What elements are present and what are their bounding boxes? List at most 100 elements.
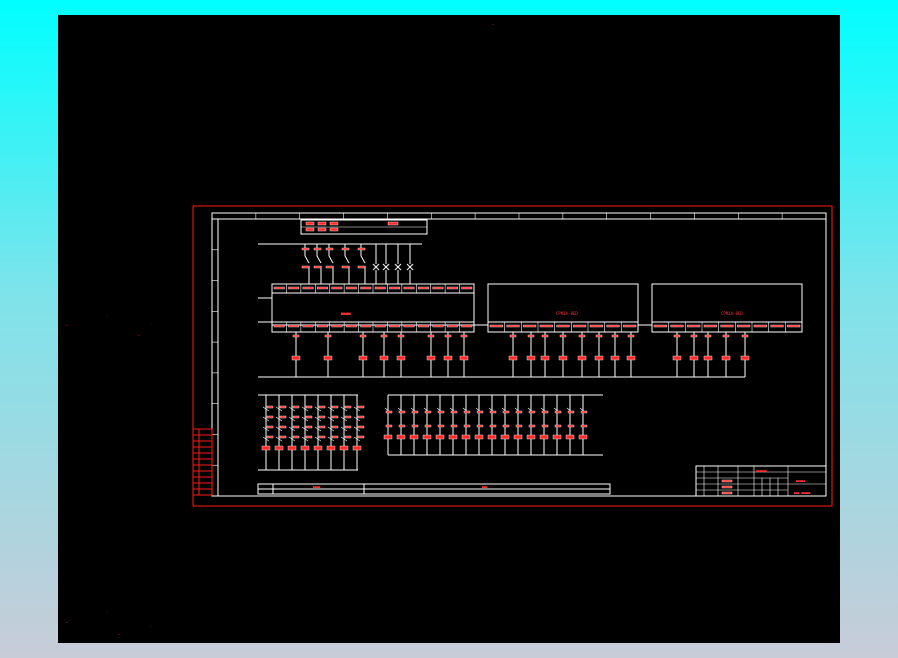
output-coil bbox=[358, 355, 368, 361]
relay-tag bbox=[344, 415, 352, 419]
terminal-label bbox=[403, 286, 415, 290]
relay-tag bbox=[318, 435, 326, 439]
terminal-label bbox=[288, 286, 300, 290]
terminal-label bbox=[770, 324, 784, 328]
bank-coil bbox=[461, 434, 471, 440]
bank-coil bbox=[383, 434, 393, 440]
relay-coil bbox=[352, 445, 362, 451]
svg-text:+: + bbox=[66, 620, 68, 624]
terminal-label bbox=[302, 324, 314, 328]
terminal-label bbox=[573, 324, 587, 328]
output-coil bbox=[577, 355, 587, 361]
output-drops bbox=[258, 332, 750, 378]
bank-tag bbox=[489, 424, 497, 428]
output-tag bbox=[690, 334, 698, 338]
relay-tag bbox=[357, 415, 365, 419]
bank-tag bbox=[463, 410, 471, 414]
relay-tag bbox=[305, 435, 313, 439]
relay-tag bbox=[318, 425, 326, 429]
relay-tag bbox=[344, 425, 352, 429]
bank-tag bbox=[580, 410, 588, 414]
bank-coil bbox=[487, 434, 497, 440]
bank-tag bbox=[567, 424, 575, 428]
bank-tag bbox=[528, 410, 536, 414]
relay-tag bbox=[266, 435, 274, 439]
bank-tag bbox=[411, 410, 419, 414]
output-coil bbox=[396, 355, 406, 361]
terminal-header bbox=[300, 219, 428, 235]
output-tag bbox=[380, 334, 388, 338]
title-block: ■■■■■■ ■■■■■ ■■■-■■■■■ bbox=[695, 465, 827, 497]
output-coil bbox=[740, 355, 750, 361]
output-coil bbox=[291, 355, 301, 361]
bottom-table: ■■■■ ■■■ bbox=[257, 483, 611, 495]
bank-tag bbox=[398, 410, 406, 414]
output-tag bbox=[611, 334, 619, 338]
relay-tag bbox=[305, 405, 313, 409]
output-tag bbox=[324, 334, 332, 338]
bank-tag bbox=[515, 410, 523, 414]
bank-coil bbox=[396, 434, 406, 440]
output-tag bbox=[595, 334, 603, 338]
output-tag bbox=[359, 334, 367, 338]
output-tag bbox=[559, 334, 567, 338]
output-coil bbox=[689, 355, 699, 361]
output-coil bbox=[426, 355, 436, 361]
breaker-tag bbox=[357, 265, 366, 269]
relay-coil bbox=[339, 445, 349, 451]
revision-strip bbox=[192, 428, 213, 496]
model-space-canvas[interactable]: + + · + · · + + · ■■■■ CPM1A-8ED CPM1A-8… bbox=[58, 15, 840, 643]
output-tag bbox=[704, 334, 712, 338]
terminal-label bbox=[446, 286, 458, 290]
left-ruler-band bbox=[211, 218, 219, 497]
relay-tag bbox=[331, 415, 339, 419]
terminal-label bbox=[753, 324, 767, 328]
top-zone-ruler bbox=[211, 212, 827, 220]
bank-tag bbox=[554, 410, 562, 414]
relay-contact-group bbox=[258, 394, 365, 471]
relay-tag bbox=[292, 415, 300, 419]
plc-module-expansion-2-label: CPM1A-8ED bbox=[721, 311, 743, 316]
relay-tag bbox=[305, 425, 313, 429]
bank-coil bbox=[526, 434, 536, 440]
output-coil bbox=[443, 355, 453, 361]
svg-text:·: · bbox=[150, 322, 152, 326]
output-coil bbox=[526, 355, 536, 361]
output-coil bbox=[323, 355, 333, 361]
terminal-label bbox=[737, 324, 751, 328]
bank-tag bbox=[554, 424, 562, 428]
title-block-project: ■■■■■■ bbox=[756, 469, 767, 473]
breaker-section bbox=[258, 243, 422, 299]
output-coil bbox=[558, 355, 568, 361]
terminal-label bbox=[360, 286, 372, 290]
terminal-label bbox=[432, 286, 444, 290]
terminal-label bbox=[687, 324, 701, 328]
bottom-table-cell-b: ■■■ bbox=[482, 485, 488, 489]
relay-tag bbox=[266, 415, 274, 419]
terminal-label bbox=[403, 324, 415, 328]
breaker-contact bbox=[328, 255, 334, 264]
terminal-label bbox=[461, 324, 473, 328]
terminal-label bbox=[374, 286, 386, 290]
output-coil bbox=[540, 355, 550, 361]
bank-tag bbox=[528, 424, 536, 428]
svg-text:·: · bbox=[150, 624, 152, 628]
bank-tag bbox=[476, 424, 484, 428]
relay-coil bbox=[313, 445, 323, 451]
relay-coil bbox=[326, 445, 336, 451]
terminal-label bbox=[461, 286, 473, 290]
terminal-label bbox=[432, 324, 444, 328]
bank-coil bbox=[578, 434, 588, 440]
terminal-label bbox=[374, 324, 386, 328]
relay-tag bbox=[266, 405, 274, 409]
stray-marks: + + · + · · + + · bbox=[66, 22, 494, 636]
bank-tag bbox=[450, 410, 458, 414]
terminal-label bbox=[331, 324, 343, 328]
relay-coil bbox=[300, 445, 310, 451]
relay-tag bbox=[357, 435, 365, 439]
output-coil bbox=[626, 355, 636, 361]
plc-module-main-label: ■■■■ bbox=[341, 311, 351, 316]
output-tag bbox=[722, 334, 730, 338]
relay-tag bbox=[344, 405, 352, 409]
output-tag bbox=[578, 334, 586, 338]
